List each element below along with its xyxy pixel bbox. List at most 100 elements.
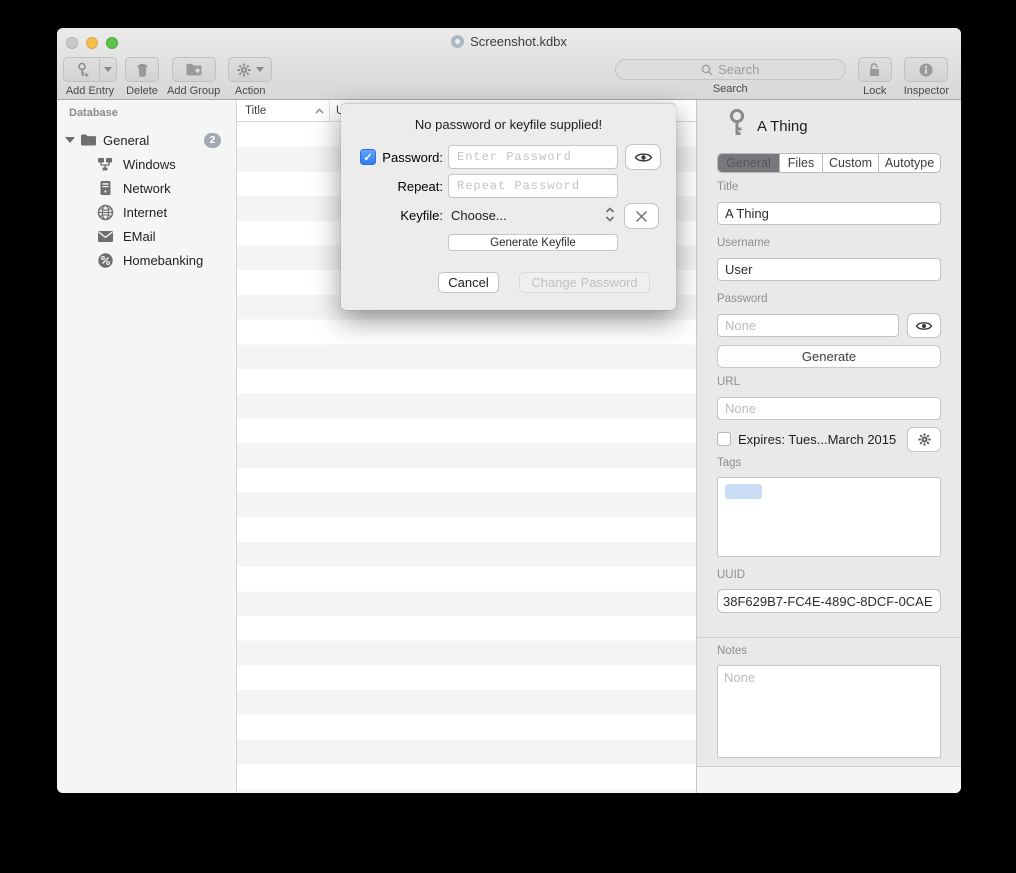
windows-network-icon xyxy=(95,154,115,174)
change-password-button[interactable]: Change Password xyxy=(519,272,650,293)
dialog-message: No password or keyfile supplied! xyxy=(341,117,676,132)
uuid-label: UUID xyxy=(717,569,745,581)
chevron-down-icon xyxy=(256,67,264,72)
tags-box[interactable] xyxy=(717,477,941,557)
eye-icon xyxy=(634,151,653,164)
add-entry-item: Add Entry xyxy=(63,57,117,97)
tab-general[interactable]: General xyxy=(718,154,780,172)
tab-files[interactable]: Files xyxy=(780,154,823,172)
chevron-down-icon xyxy=(104,67,112,72)
search-icon xyxy=(701,64,713,76)
sidebar-item-windows[interactable]: Windows xyxy=(57,152,236,176)
add-entry-dropdown[interactable] xyxy=(100,58,116,81)
document-proxy-icon xyxy=(451,35,464,48)
tag-token[interactable] xyxy=(725,484,762,499)
action-item: Action xyxy=(228,57,272,97)
title-field-label: Title xyxy=(717,181,738,193)
search-placeholder: Search xyxy=(718,62,759,77)
titlebar[interactable]: Screenshot.kdbx xyxy=(57,28,961,54)
sidebar-item-label: EMail xyxy=(123,229,156,244)
globe-icon xyxy=(95,202,115,222)
sidebar-item-general[interactable]: General 2 xyxy=(57,128,236,152)
expires-checkbox[interactable] xyxy=(717,432,731,446)
url-field-label: URL xyxy=(717,376,740,388)
sidebar-item-label: Windows xyxy=(123,157,176,172)
lock-item: Lock xyxy=(858,57,892,97)
search-item: Search Search xyxy=(615,57,846,95)
title-field[interactable] xyxy=(717,202,941,225)
gear-icon xyxy=(917,432,932,447)
notes-label: Notes xyxy=(717,645,747,657)
repeat-password-input[interactable] xyxy=(448,174,618,198)
gear-icon xyxy=(236,62,252,78)
entry-count-badge: 2 xyxy=(204,133,221,148)
trash-icon xyxy=(135,62,150,78)
toolbar: Add Entry Delete Add Group xyxy=(57,54,961,100)
username-field[interactable] xyxy=(717,258,941,281)
sidebar-item-email[interactable]: EMail xyxy=(57,224,236,248)
inspector-label: Inspector xyxy=(904,85,949,97)
enter-password-input[interactable] xyxy=(448,145,618,169)
password-field[interactable] xyxy=(717,314,899,337)
key-plus-icon xyxy=(64,58,100,81)
delete-label: Delete xyxy=(126,85,158,97)
password-field-label: Password xyxy=(717,293,768,305)
sidebar-item-homebanking[interactable]: Homebanking xyxy=(57,248,236,272)
info-icon xyxy=(918,62,934,78)
tab-autotype[interactable]: Autotype xyxy=(879,154,940,172)
action-button[interactable] xyxy=(228,57,272,82)
generate-keyfile-button[interactable]: Generate Keyfile xyxy=(448,234,618,251)
cancel-button[interactable]: Cancel xyxy=(438,272,499,293)
keyfile-select[interactable]: Choose... xyxy=(451,208,507,223)
delete-item: Delete xyxy=(125,57,159,97)
search-input[interactable]: Search xyxy=(615,59,846,80)
inspector-footer xyxy=(697,767,961,793)
inspector-tabs: General Files Custom Autotype xyxy=(717,153,941,173)
notes-field[interactable] xyxy=(717,665,941,758)
clear-keyfile-button[interactable] xyxy=(624,203,659,229)
add-group-button[interactable] xyxy=(172,57,216,82)
add-group-label: Add Group xyxy=(167,85,220,97)
unlock-icon xyxy=(867,62,882,78)
url-field[interactable] xyxy=(717,397,941,420)
password-label: Password: xyxy=(377,150,443,165)
folder-plus-icon xyxy=(185,62,203,77)
lock-button[interactable] xyxy=(858,57,892,82)
tab-custom[interactable]: Custom xyxy=(823,154,879,172)
column-header-title[interactable]: Title xyxy=(237,100,330,121)
action-label: Action xyxy=(235,85,266,97)
entry-title: A Thing xyxy=(757,118,808,135)
keyfile-label: Keyfile: xyxy=(341,208,443,223)
inspector-button[interactable] xyxy=(904,57,948,82)
sidebar-item-label: General xyxy=(103,133,149,148)
sidebar-item-label: Network xyxy=(123,181,171,196)
stepper-chevrons-icon[interactable] xyxy=(605,206,615,228)
reveal-password-button[interactable] xyxy=(907,313,941,338)
window-chrome: Screenshot.kdbx Add Entry xyxy=(57,28,961,100)
expires-label: Expires: Tues...March 2015 xyxy=(738,432,896,447)
close-x-icon xyxy=(635,210,648,223)
delete-button[interactable] xyxy=(125,57,159,82)
key-icon xyxy=(727,109,747,144)
percent-circle-icon xyxy=(95,250,115,270)
expires-settings-button[interactable] xyxy=(907,427,941,452)
sort-ascending-icon xyxy=(315,108,324,114)
sidebar-item-network[interactable]: Network xyxy=(57,176,236,200)
search-label: Search xyxy=(713,83,748,95)
add-entry-button[interactable] xyxy=(63,57,117,82)
add-entry-label: Add Entry xyxy=(66,85,114,97)
sidebar: Database General 2 Windows xyxy=(57,100,237,793)
disclosure-triangle-icon[interactable] xyxy=(65,137,75,143)
column-title-label: Title xyxy=(245,105,266,117)
lock-label: Lock xyxy=(863,85,886,97)
inspector-panel: A Thing General Files Custom Autotype Ti… xyxy=(696,100,961,793)
sidebar-item-internet[interactable]: Internet xyxy=(57,200,236,224)
generate-password-button[interactable]: Generate xyxy=(717,345,941,368)
envelope-icon xyxy=(95,226,115,246)
uuid-field[interactable] xyxy=(717,589,941,613)
password-enabled-checkbox[interactable]: ✓ xyxy=(360,149,376,165)
eye-icon xyxy=(915,320,933,332)
server-icon xyxy=(95,178,115,198)
folder-icon xyxy=(79,131,97,149)
reveal-password-button[interactable] xyxy=(625,144,661,170)
